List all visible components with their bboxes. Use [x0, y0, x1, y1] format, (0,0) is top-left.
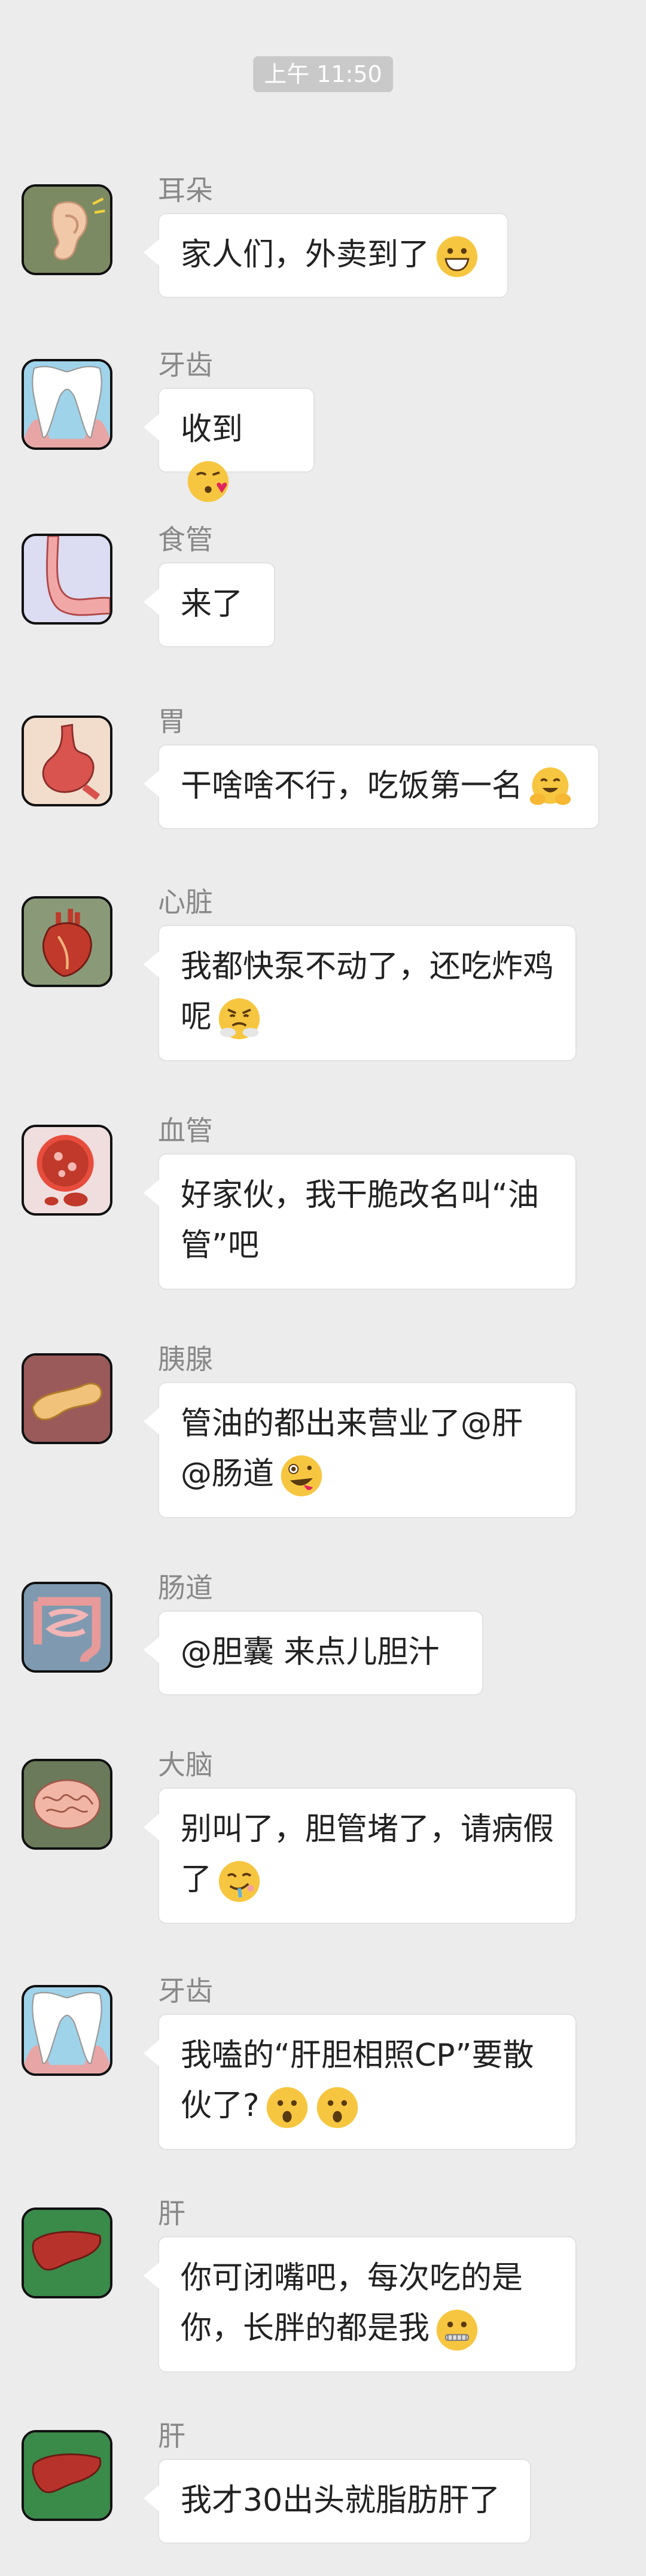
message-text: 管油的都出来营业了@肝 @肠道 — [181, 1406, 523, 1492]
anguished-face-icon — [315, 2085, 360, 2130]
message-text: 好家伙，我干脆改名叫“油管”吧 — [181, 1177, 539, 1263]
message-text: 家人们，外卖到了 — [181, 237, 430, 273]
zany-face-icon — [279, 1453, 324, 1499]
message-bubble[interactable]: 家人们，外卖到了 — [144, 213, 508, 298]
sender-name: 牙齿 — [158, 349, 213, 381]
sender-name: 胃 — [158, 705, 185, 738]
sender-name: 肠道 — [158, 1572, 213, 1604]
message-bubble[interactable]: 我才30出头就脂肪肝了 — [144, 2459, 531, 2544]
message-bubble[interactable]: 收到 — [144, 388, 315, 503]
message-bubble[interactable]: 我都快泵不动了，还吃炸鸡呢 — [144, 925, 577, 1061]
message-text: 收到 — [181, 412, 243, 447]
message-bubble[interactable]: 管油的都出来营业了@肝 @肠道 — [144, 1382, 577, 1518]
message-text: 干啥啥不行，吃饭第一名 — [181, 768, 523, 804]
sender-name: 大脑 — [158, 1749, 213, 1781]
sender-name: 食管 — [158, 523, 213, 556]
message-bubble[interactable]: 好家伙，我干脆改名叫“油管”吧 — [144, 1153, 577, 1290]
message-bubble[interactable]: 你可闭嘴吧，每次吃的是你，长胖的都是我 — [144, 2236, 577, 2373]
zipper-mouth-face-icon — [434, 2307, 480, 2353]
drooling-face-icon — [217, 1859, 262, 1904]
message-bubble[interactable]: 来了 — [144, 562, 275, 647]
avatar-liver[interactable] — [22, 2430, 112, 2521]
avatar-teeth[interactable] — [22, 359, 112, 450]
sender-name: 牙齿 — [158, 1975, 213, 2007]
message-text: 我才30出头就脂肪肝了 — [181, 2483, 501, 2519]
message-bubble[interactable]: 别叫了，胆管堵了，请病假了 — [144, 1788, 577, 1924]
sender-name: 耳朵 — [158, 174, 213, 206]
avatar-stomach[interactable] — [22, 715, 112, 806]
grinning-face-icon — [434, 234, 480, 279]
sender-name: 心脏 — [158, 886, 213, 918]
message-text: 来了 — [181, 586, 243, 622]
hugging-face-icon — [528, 765, 573, 811]
message-bubble[interactable]: 我嗑的“肝胆相照CP”要散伙了? — [144, 2014, 577, 2150]
sender-name: 肝 — [158, 2197, 185, 2230]
message-text: @胆囊 来点儿胆汁 — [181, 1634, 440, 1670]
avatar-heart[interactable] — [22, 896, 112, 987]
avatar-liver[interactable] — [22, 2207, 112, 2298]
avatar-teeth[interactable] — [22, 1985, 112, 2076]
sender-name: 血管 — [158, 1115, 213, 1147]
timestamp: 上午 11:50 — [253, 56, 393, 92]
avatar-brain[interactable] — [22, 1759, 112, 1850]
avatar-ear[interactable] — [22, 184, 112, 275]
message-bubble[interactable]: 干啥啥不行，吃饭第一名 — [144, 744, 599, 829]
steam-from-nose-face-icon — [217, 996, 262, 1042]
avatar-esophagus[interactable] — [22, 534, 112, 625]
avatar-blood-vessel[interactable] — [22, 1125, 112, 1216]
avatar-pancreas[interactable] — [22, 1353, 112, 1444]
kissing-face-icon — [185, 459, 231, 504]
message-bubble[interactable]: @胆囊 来点儿胆汁 — [144, 1610, 483, 1695]
avatar-intestine[interactable] — [22, 1582, 112, 1673]
sender-name: 肝 — [158, 2420, 185, 2452]
anguished-face-icon — [264, 2085, 310, 2130]
sender-name: 胰腺 — [158, 1343, 213, 1375]
